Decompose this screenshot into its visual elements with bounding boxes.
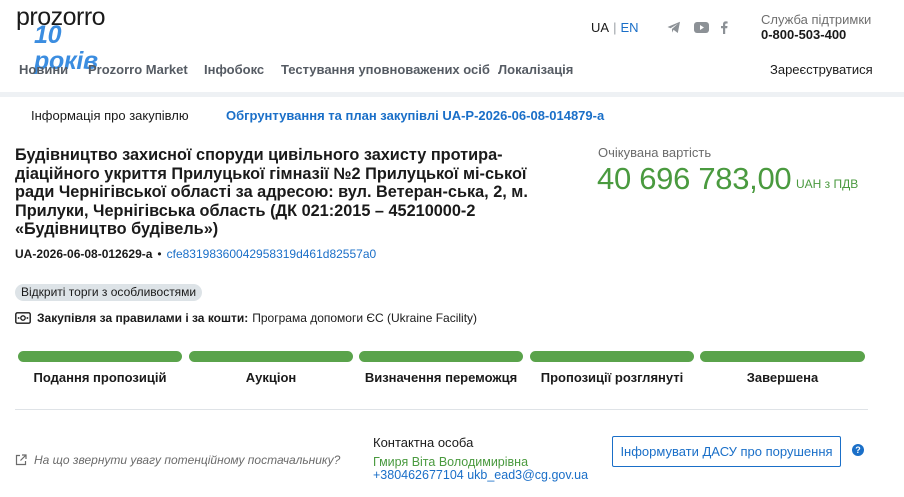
- lang-ua[interactable]: UA: [591, 20, 609, 35]
- site-header: prozorro 10 років UA | EN Служба підтримки…: [0, 0, 904, 92]
- nav-item-infobox[interactable]: Інфобокс: [204, 62, 264, 78]
- id-separator: •: [157, 247, 162, 261]
- progress-segment-reviewed: [530, 351, 694, 362]
- contact-phone-email[interactable]: +380462677104 ukb_ead3@cg.gov.ua: [373, 468, 588, 482]
- progress-segment-submission: [18, 351, 182, 362]
- lang-en[interactable]: EN: [620, 20, 638, 35]
- support-block: Служба підтримки 0-800-503-400: [761, 12, 871, 43]
- tender-title: Будівництво захисної споруди цивільного …: [15, 146, 528, 238]
- funding-rules: Закупівля за правилами і за кошти: Прогр…: [15, 310, 477, 326]
- nav-item-testing[interactable]: Тестування уповноважених осіб: [281, 62, 490, 78]
- expected-cost-label: Очікувана вартість: [598, 145, 712, 160]
- support-phone[interactable]: 0-800-503-400: [761, 27, 871, 43]
- progress-label-completed: Завершена: [746, 370, 819, 385]
- tender-hash-link[interactable]: cfe83198360042958319d461d82557a0: [167, 247, 377, 261]
- nav-item-news[interactable]: Новини: [19, 62, 68, 78]
- tender-id: UA-2026-06-08-012629-a: [15, 247, 153, 261]
- external-link-icon: [15, 454, 27, 466]
- procedure-type-badge: Відкриті торги з особливостями: [15, 284, 203, 301]
- report-violation-button[interactable]: Інформувати ДАСУ про порушення: [612, 436, 841, 467]
- progress-segment-auction: [189, 351, 353, 362]
- money-icon: [15, 310, 31, 326]
- main-nav: Новини Prozorro Market Інфобокс Тестуван…: [0, 60, 904, 82]
- progress-label-winner: Визначення переможця: [364, 370, 518, 385]
- progress-label-auction: Аукціон: [245, 370, 297, 385]
- progress-segment-completed: [700, 351, 865, 362]
- tender-ids: UA-2026-06-08-012629-a • cfe83198360042958…: [15, 247, 376, 262]
- tab-plan-link[interactable]: Обгрунтування та план закупівлі UA-P-202…: [226, 108, 604, 124]
- nav-item-market[interactable]: Prozorro Market: [88, 62, 188, 78]
- youtube-icon[interactable]: [693, 19, 709, 35]
- supplier-hint-text: На що звернути увагу потенційному постач…: [34, 453, 341, 467]
- tender-tabs: Інформація про закупівлю Обгрунтування т…: [0, 97, 904, 133]
- expected-cost-currency: UAH з ПДВ: [796, 177, 859, 191]
- help-icon[interactable]: ?: [852, 444, 864, 456]
- progress-label-submission: Подання пропозицій: [33, 370, 167, 385]
- progress-label-reviewed: Пропозиції розглянуті: [540, 370, 684, 385]
- section-divider: [15, 409, 868, 410]
- register-link[interactable]: Зареєструватися: [770, 62, 873, 78]
- supplier-hint-link[interactable]: На що звернути увагу потенційному постач…: [15, 452, 340, 468]
- rules-label: Закупівля за правилами і за кошти:: [37, 311, 249, 325]
- expected-cost-value: 40 696 783,00: [597, 161, 792, 196]
- contact-title: Контактна особа: [373, 435, 474, 450]
- rules-value: Програма допомоги ЄС (Ukraine Facility): [252, 311, 478, 325]
- lang-separator: |: [613, 20, 617, 35]
- prozorro-logo[interactable]: prozorro 10 років: [16, 4, 128, 74]
- progress-segment-winner: [359, 351, 523, 362]
- nav-item-localization[interactable]: Локалізація: [498, 62, 573, 78]
- tab-procurement-info[interactable]: Інформація про закупівлю: [31, 108, 189, 124]
- telegram-icon[interactable]: [666, 19, 682, 35]
- contact-name: Гмиря Віта Володимирівна: [373, 455, 529, 469]
- support-label: Служба підтримки: [761, 12, 872, 27]
- facebook-icon[interactable]: [716, 19, 732, 35]
- language-switcher: UA | EN: [591, 20, 639, 36]
